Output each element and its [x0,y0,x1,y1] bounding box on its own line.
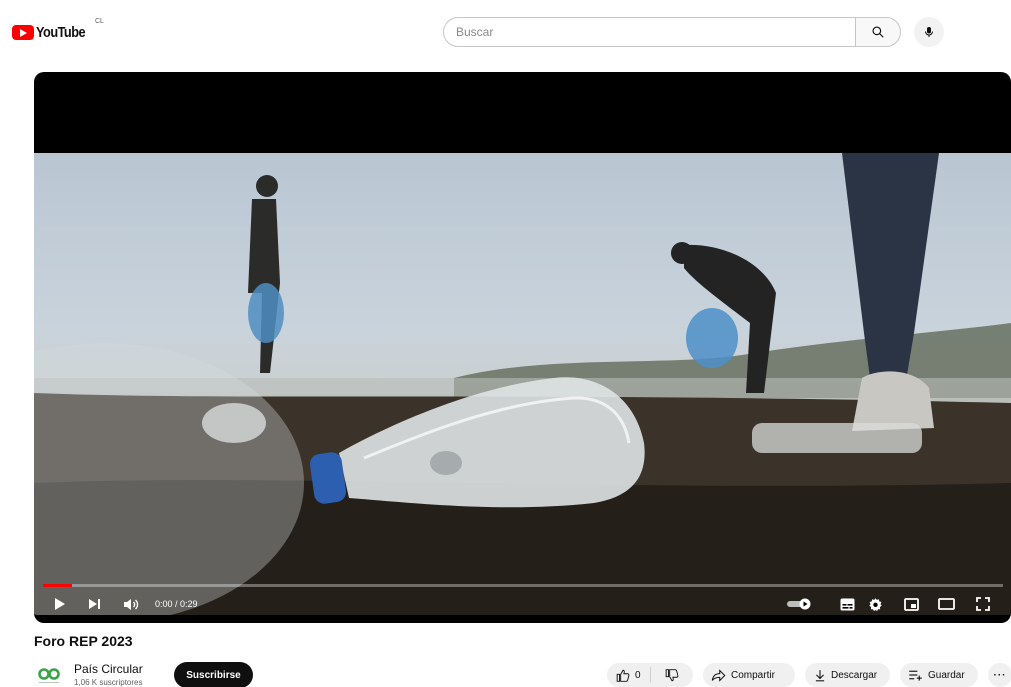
search-input[interactable] [443,17,855,47]
autoplay-toggle[interactable] [786,595,812,613]
theater-mode-button[interactable] [936,595,956,613]
like-button[interactable]: 0 [607,663,650,687]
country-code: CL [95,18,104,25]
fullscreen-button[interactable] [974,595,992,613]
search-button[interactable] [855,17,901,47]
subscriber-count: 1,06 K suscriptores [74,678,143,687]
save-label: Guardar [928,669,965,681]
download-button[interactable]: Descargar [805,663,890,687]
top-bar: YouTube CL [0,0,1011,64]
download-icon [815,669,825,681]
voice-search-button[interactable] [914,17,944,47]
progress-bar-played [43,584,72,587]
video-player[interactable]: 0:00 / 0:29 [34,72,1011,623]
microphone-icon [925,27,933,37]
search-bar [443,17,901,47]
next-button[interactable] [86,595,102,613]
share-label: Compartir [731,669,775,681]
play-icon [55,598,65,610]
logo-text: YouTube [36,24,86,41]
dislike-button[interactable] [650,663,693,687]
settings-button[interactable] [866,595,884,613]
subtitles-button[interactable] [838,595,856,613]
share-icon [711,668,726,682]
video-title: Foro REP 2023 [34,633,133,649]
next-icon [88,599,100,609]
video-frame[interactable] [34,153,1011,615]
save-to-playlist-icon [909,670,922,681]
share-button[interactable]: Compartir [703,663,795,687]
subscribe-button[interactable]: Suscribirse [174,662,253,687]
volume-icon [124,598,139,610]
fullscreen-icon [976,597,990,611]
time-display: 0:00 / 0:29 [155,599,198,609]
player-controls: 0:00 / 0:29 [34,580,1011,623]
miniplayer-icon [903,597,919,611]
miniplayer-button[interactable] [902,595,920,613]
theater-mode-icon [937,598,955,610]
volume-button[interactable] [122,595,140,613]
more-actions-button[interactable]: ··· [988,663,1011,687]
video-scene [34,153,1011,615]
subtitles-icon [840,598,854,610]
youtube-play-logo-icon [12,25,34,40]
progress-bar[interactable] [43,584,1003,587]
search-icon [872,26,884,38]
autoplay-toggle-icon [787,598,811,610]
channel-name[interactable]: País Circular [74,662,143,676]
channel-row: País Circular 1,06 K suscriptores Suscri… [34,660,1011,687]
thumbs-up-icon [616,669,630,682]
like-dislike-group: 0 [607,663,693,687]
channel-logo-icon [38,668,60,683]
download-label: Descargar [831,669,878,681]
settings-icon [868,597,882,611]
channel-avatar[interactable] [37,665,61,685]
thumbs-down-icon [665,668,679,681]
play-button[interactable] [52,595,68,613]
save-button[interactable]: Guardar [900,663,978,687]
like-count: 0 [634,669,641,681]
youtube-logo[interactable]: YouTube CL [12,18,104,41]
